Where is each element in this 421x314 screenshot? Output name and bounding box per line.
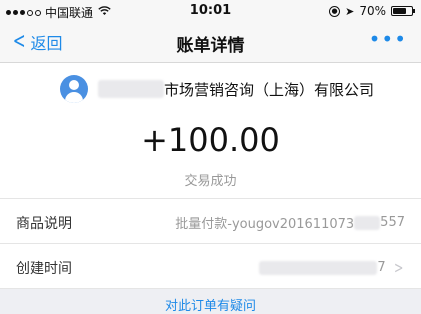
redacted-text [98,80,164,98]
avatar [60,75,88,103]
detail-value: 7 > [259,258,405,277]
chevron-right-icon: > [393,258,403,277]
status-bar: 中国联通 10:01 ● ➤ 70% [0,0,421,22]
location-icon: ➤ [345,4,355,18]
detail-value: 批量付款-yougov201611073 557 [175,213,405,232]
page-title: 账单详情 [176,36,245,56]
order-question-link[interactable]: 对此订单有疑问 [0,295,421,314]
merchant-name: 市场营销咨询（上海）有限公司 [164,80,375,99]
transaction-amount: +100.00 [141,121,280,159]
detail-label: 创建时间 [16,261,72,277]
nav-bar: < 返回 账单详情 ••• [0,22,421,63]
status-right: ● ➤ 70% [329,4,415,18]
rotation-lock-icon: ● [329,5,341,17]
merchant-row[interactable]: 市场营销咨询（上海）有限公司 [60,75,374,103]
detail-value-suffix: 557 [380,215,405,230]
detail-value-prefix: 批量付款-yougov201611073 [175,217,355,232]
battery-icon [391,6,415,16]
transaction-status: 交易成功 [184,174,237,189]
more-options-icon[interactable]: ••• [369,29,407,49]
detail-value-suffix: 7 [377,260,386,275]
battery-percent: 70% [359,4,386,18]
redacted-text [354,215,381,230]
detail-label: 商品说明 [16,216,72,232]
redacted-text [259,260,378,275]
detail-row-description: 商品说明 批量付款-yougov201611073 557 [0,198,421,243]
detail-row-created-time[interactable]: 创建时间 7 > [0,243,421,289]
